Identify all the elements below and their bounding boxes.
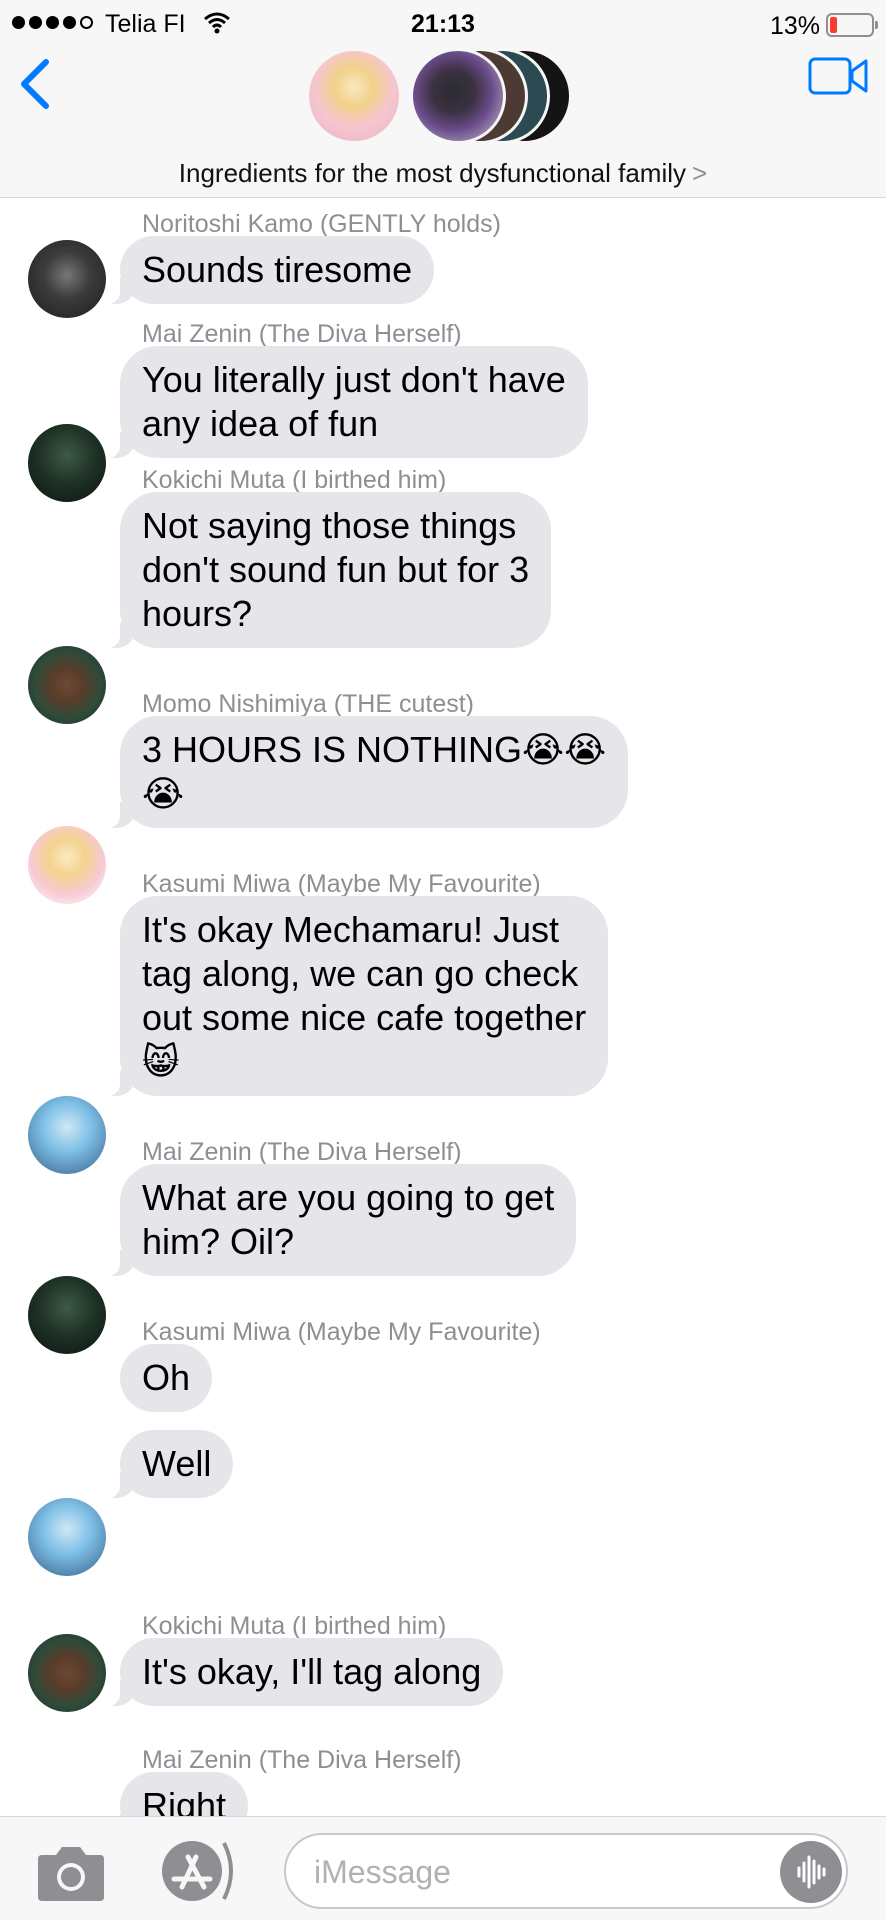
video-camera-icon bbox=[808, 57, 868, 95]
back-button[interactable] bbox=[14, 54, 58, 114]
group-name: Ingredients for the most dysfunctional f… bbox=[178, 158, 687, 188]
message-bubble[interactable]: Oh bbox=[120, 1344, 213, 1412]
sender-avatar[interactable] bbox=[28, 646, 106, 724]
message-text: What are you going to get him? Oil? bbox=[142, 1177, 555, 1262]
facetime-video-button[interactable] bbox=[808, 56, 870, 96]
camera-button[interactable] bbox=[34, 1845, 108, 1903]
group-avatar bbox=[306, 48, 402, 144]
sender-avatar[interactable] bbox=[28, 1276, 106, 1354]
message-text: Sounds tiresome bbox=[142, 249, 413, 290]
audio-waveform-icon bbox=[797, 1855, 826, 1889]
message-text: Oh bbox=[142, 1357, 191, 1398]
group-avatar-stack[interactable] bbox=[300, 48, 600, 148]
message-thread[interactable]: Noritoshi Kamo (GENTLY holds) Sounds tire… bbox=[0, 198, 886, 1816]
battery-icon bbox=[826, 13, 878, 37]
message-text: Well bbox=[142, 1443, 212, 1484]
sender-name: Mai Zenin (The Diva Herself) bbox=[142, 1746, 462, 1774]
sender-avatar[interactable] bbox=[28, 424, 106, 502]
message-bubble[interactable]: Right bbox=[97, 1772, 249, 1816]
message-bubble[interactable]: You literally just don't have any idea o… bbox=[98, 346, 588, 458]
message-bubble[interactable]: Sounds tiresome bbox=[97, 236, 435, 304]
message-text: It's okay, I'll tag along bbox=[142, 1651, 482, 1692]
sender-name: Momo Nishimiya (THE cutest) bbox=[142, 690, 474, 718]
sender-name: Noritoshi Kamo (GENTLY holds) bbox=[142, 210, 501, 238]
chevron-left-icon bbox=[21, 59, 49, 109]
sender-avatar[interactable] bbox=[28, 1096, 106, 1174]
app-store-button[interactable] bbox=[154, 1839, 238, 1903]
message-text: Right bbox=[142, 1785, 227, 1816]
sender-avatar[interactable] bbox=[28, 240, 106, 318]
message-text: It's okay Mechamaru! Just tag along, we … bbox=[142, 909, 587, 1082]
app-store-icon bbox=[162, 1841, 233, 1901]
chevron-right-icon: > bbox=[692, 158, 708, 188]
message-input[interactable] bbox=[314, 1849, 734, 1895]
conversation-header: Telia FI 21:13 13% Ingredients for the m… bbox=[0, 0, 886, 198]
sender-name: Kasumi Miwa (Maybe My Favourite) bbox=[142, 870, 541, 898]
message-text: 3 HOURS IS NOTHING😭😭 😭 bbox=[142, 729, 607, 814]
sender-name: Mai Zenin (The Diva Herself) bbox=[142, 1138, 462, 1166]
message-bubble[interactable]: It's okay, I'll tag along bbox=[97, 1638, 504, 1706]
group-name-button[interactable]: Ingredients for the most dysfunctional f… bbox=[0, 158, 886, 189]
audio-message-button[interactable] bbox=[780, 1841, 842, 1903]
message-bubble[interactable]: Not saying those things don't sound fun … bbox=[97, 492, 552, 648]
message-input-container[interactable] bbox=[284, 1833, 848, 1909]
sender-name: Kokichi Muta (I birthed him) bbox=[142, 466, 447, 494]
sender-name: Mai Zenin (The Diva Herself) bbox=[142, 320, 462, 348]
sender-name: Kokichi Muta (I birthed him) bbox=[142, 1612, 447, 1640]
camera-icon bbox=[38, 1847, 104, 1901]
message-text: Not saying those things don't sound fun … bbox=[142, 505, 530, 634]
message-bubble[interactable]: Well bbox=[97, 1430, 234, 1498]
sender-avatar[interactable] bbox=[28, 826, 106, 904]
status-bar: Telia FI 21:13 13% bbox=[0, 0, 886, 48]
message-bubble[interactable]: What are you going to get him? Oil? bbox=[97, 1164, 577, 1276]
sender-avatar[interactable] bbox=[28, 1498, 106, 1576]
group-avatar bbox=[410, 48, 506, 144]
status-time: 21:13 bbox=[411, 10, 475, 38]
sender-avatar[interactable] bbox=[28, 1634, 106, 1712]
message-bubble[interactable]: It's okay Mechamaru! Just tag along, we … bbox=[97, 896, 609, 1096]
sender-name: Kasumi Miwa (Maybe My Favourite) bbox=[142, 1318, 541, 1346]
message-bubble[interactable]: 3 HOURS IS NOTHING😭😭 😭 bbox=[97, 716, 629, 828]
message-text: You literally just don't have any idea o… bbox=[142, 359, 566, 444]
battery-percentage: 13% bbox=[770, 12, 821, 40]
compose-bar bbox=[0, 1816, 886, 1920]
